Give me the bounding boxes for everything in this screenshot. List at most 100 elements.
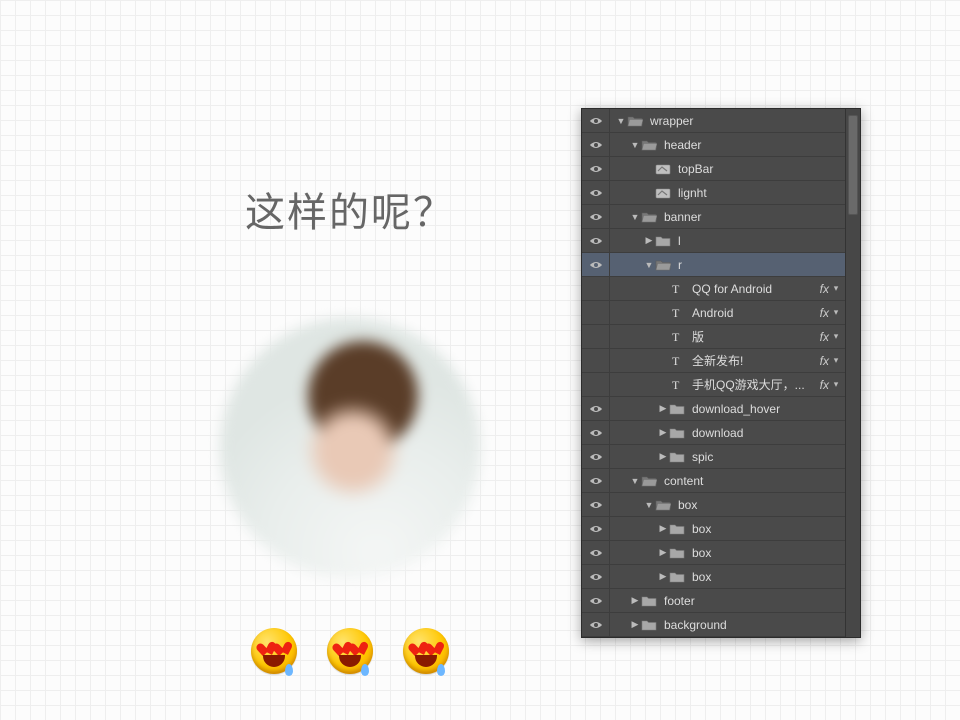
layer-label[interactable]: download_hover: [686, 402, 845, 416]
fx-indicator[interactable]: fx: [814, 378, 831, 392]
visibility-toggle[interactable]: [582, 421, 610, 444]
visibility-toggle[interactable]: [582, 589, 610, 612]
fx-indicator[interactable]: fx: [814, 282, 831, 296]
emoji-row: [170, 628, 530, 674]
visibility-toggle[interactable]: [582, 133, 610, 156]
layer-row[interactable]: ▶ box: [582, 517, 845, 541]
layer-row[interactable]: lignht: [582, 181, 845, 205]
fx-indicator[interactable]: fx: [814, 354, 831, 368]
layer-row[interactable]: ▶ download: [582, 421, 845, 445]
disclosure-arrow-icon[interactable]: ▶: [658, 427, 668, 438]
disclosure-arrow-icon[interactable]: ▼: [644, 500, 654, 510]
visibility-toggle[interactable]: [582, 325, 610, 348]
disclosure-arrow-icon[interactable]: ▶: [630, 595, 640, 606]
layer-row[interactable]: ▼ banner: [582, 205, 845, 229]
layer-row[interactable]: 手机QQ游戏大厅，...fx▾: [582, 373, 845, 397]
layer-label[interactable]: box: [672, 498, 845, 512]
disclosure-arrow-icon[interactable]: ▼: [630, 212, 640, 222]
emoji-heart-eyes-icon: [327, 628, 373, 674]
layer-row[interactable]: QQ for Androidfx▾: [582, 277, 845, 301]
layer-label[interactable]: r: [672, 258, 845, 272]
visibility-toggle[interactable]: [582, 205, 610, 228]
layer-row[interactable]: ▼ content: [582, 469, 845, 493]
layer-row[interactable]: Androidfx▾: [582, 301, 845, 325]
disclosure-arrow-icon[interactable]: ▶: [658, 523, 668, 534]
layer-label[interactable]: banner: [658, 210, 845, 224]
fx-indicator[interactable]: fx: [814, 306, 831, 320]
visibility-toggle[interactable]: [582, 181, 610, 204]
layer-label[interactable]: wrapper: [644, 114, 845, 128]
disclosure-arrow-icon[interactable]: ▶: [658, 451, 668, 462]
visibility-toggle[interactable]: [582, 397, 610, 420]
visibility-toggle[interactable]: [582, 565, 610, 588]
fx-disclosure-icon[interactable]: ▾: [831, 355, 845, 366]
disclosure-arrow-icon[interactable]: ▶: [658, 571, 668, 582]
layer-label[interactable]: box: [686, 570, 845, 584]
layer-label[interactable]: Android: [686, 306, 814, 320]
layer-row[interactable]: 版fx▾: [582, 325, 845, 349]
disclosure-arrow-icon[interactable]: ▶: [658, 403, 668, 414]
visibility-toggle[interactable]: [582, 469, 610, 492]
layer-row[interactable]: ▶l: [582, 229, 845, 253]
layer-label[interactable]: 手机QQ游戏大厅，...: [686, 376, 814, 393]
layer-label[interactable]: box: [686, 546, 845, 560]
panel-scrollbar[interactable]: [845, 109, 860, 637]
layer-type-icon: [668, 282, 686, 296]
fx-disclosure-icon[interactable]: ▾: [831, 307, 845, 318]
layer-type-icon: [654, 258, 672, 272]
visibility-toggle[interactable]: [582, 109, 610, 132]
layer-row[interactable]: ▼ wrapper: [582, 109, 845, 133]
layer-label[interactable]: topBar: [672, 162, 845, 176]
visibility-toggle[interactable]: [582, 373, 610, 396]
disclosure-arrow-icon[interactable]: ▼: [616, 116, 626, 126]
visibility-toggle[interactable]: [582, 277, 610, 300]
visibility-toggle[interactable]: [582, 301, 610, 324]
fx-indicator[interactable]: fx: [814, 330, 831, 344]
layer-row[interactable]: ▼r: [582, 253, 845, 277]
visibility-toggle[interactable]: [582, 349, 610, 372]
layer-row[interactable]: topBar: [582, 157, 845, 181]
visibility-toggle[interactable]: [582, 613, 610, 636]
layer-row[interactable]: ▶ download_hover: [582, 397, 845, 421]
fx-disclosure-icon[interactable]: ▾: [831, 283, 845, 294]
layer-type-icon: [668, 570, 686, 584]
disclosure-arrow-icon[interactable]: ▶: [630, 619, 640, 630]
layer-label[interactable]: 版: [686, 328, 814, 345]
layer-label[interactable]: background: [658, 618, 845, 632]
disclosure-arrow-icon[interactable]: ▼: [630, 476, 640, 486]
layer-row[interactable]: ▶ box: [582, 565, 845, 589]
layer-label[interactable]: footer: [658, 594, 845, 608]
layer-row[interactable]: ▶ footer: [582, 589, 845, 613]
visibility-toggle[interactable]: [582, 517, 610, 540]
fx-disclosure-icon[interactable]: ▾: [831, 331, 845, 342]
layer-row[interactable]: ▶ spic: [582, 445, 845, 469]
layer-row[interactable]: ▶ box: [582, 541, 845, 565]
disclosure-arrow-icon[interactable]: ▶: [658, 547, 668, 558]
fx-disclosure-icon[interactable]: ▾: [831, 379, 845, 390]
layer-label[interactable]: box: [686, 522, 845, 536]
visibility-toggle[interactable]: [582, 493, 610, 516]
visibility-toggle[interactable]: [582, 229, 610, 252]
layer-row[interactable]: 全新发布!fx▾: [582, 349, 845, 373]
layer-label[interactable]: download: [686, 426, 845, 440]
visibility-toggle[interactable]: [582, 541, 610, 564]
scrollbar-thumb[interactable]: [848, 115, 858, 215]
disclosure-arrow-icon[interactable]: ▼: [644, 260, 654, 270]
layer-label[interactable]: 全新发布!: [686, 352, 814, 369]
layer-type-icon: [640, 618, 658, 632]
layer-label[interactable]: spic: [686, 450, 845, 464]
layer-label[interactable]: lignht: [672, 186, 845, 200]
layer-label[interactable]: content: [658, 474, 845, 488]
layer-label[interactable]: l: [672, 234, 845, 248]
visibility-toggle[interactable]: [582, 445, 610, 468]
disclosure-arrow-icon[interactable]: ▶: [644, 235, 654, 246]
visibility-toggle[interactable]: [582, 157, 610, 180]
layer-label[interactable]: header: [658, 138, 845, 152]
visibility-toggle[interactable]: [582, 253, 610, 276]
avatar: [220, 318, 480, 578]
layer-row[interactable]: ▼ header: [582, 133, 845, 157]
layer-label[interactable]: QQ for Android: [686, 282, 814, 296]
layer-row[interactable]: ▼ box: [582, 493, 845, 517]
disclosure-arrow-icon[interactable]: ▼: [630, 140, 640, 150]
layer-row[interactable]: ▶ background: [582, 613, 845, 637]
